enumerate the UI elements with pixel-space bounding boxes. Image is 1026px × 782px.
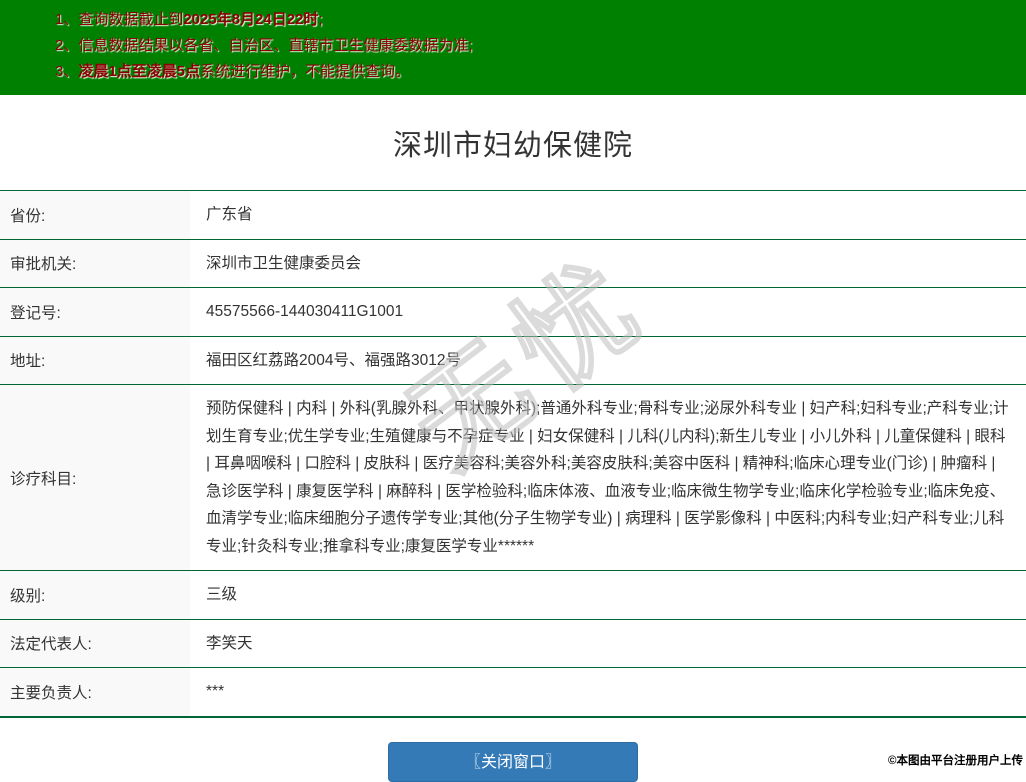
table-row-province: 省份: 广东省: [0, 191, 1026, 240]
notice-1-suffix: ;: [318, 11, 323, 28]
row-label: 主要负责人:: [0, 668, 190, 716]
row-label: 省份:: [0, 191, 190, 239]
row-label: 地址:: [0, 336, 190, 384]
notice-3-text: 3、: [55, 63, 79, 80]
row-value: 45575566-144030411G1001: [206, 303, 404, 320]
table-row-registration-number: 登记号: 45575566-144030411G1001: [0, 288, 1026, 337]
row-label: 级别:: [0, 571, 190, 619]
row-value: 广东省: [206, 206, 253, 223]
table-row-medical-departments: 诊疗科目: 预防保健科 | 内科 | 外科(乳腺外科、甲状腺外科);普通外科专业…: [0, 385, 1026, 571]
row-value: 深圳市卫生健康委员会: [206, 254, 362, 272]
upload-credit-text: ©本图由平台注册用户上传: [888, 755, 1023, 767]
row-value: 福田区红荔路2004号、福强路3012号: [206, 351, 461, 369]
notice-item-3: 3、凌晨1点至凌晨5点系统进行维护，不能提供查询。: [55, 59, 1016, 85]
row-label: 法定代表人:: [0, 619, 190, 667]
table-row-person-in-charge: 主要负责人: ***: [0, 668, 1026, 716]
row-label: 登记号:: [0, 288, 190, 336]
row-value: 预防保健科 | 内科 | 外科(乳腺外科、甲状腺外科);普通外科专业;骨科专业;…: [206, 400, 1009, 555]
notice-3-bold: 凌晨1点至凌晨5点: [78, 63, 201, 80]
row-label: 审批机关:: [0, 239, 190, 287]
row-value: ***: [206, 683, 225, 701]
row-value: 李笑天: [206, 634, 253, 652]
notice-item-1: 1、查询数据截止到2025年8月24日22时;: [55, 7, 1016, 33]
page-title: 深圳市妇幼保健院: [392, 130, 633, 162]
button-row: 〖关闭窗口〗: [0, 742, 1026, 782]
notice-list: 1、查询数据截止到2025年8月24日22时; 2、信息数据结果以各省、自治区、…: [55, 7, 1016, 85]
table-row-approval-authority: 审批机关: 深圳市卫生健康委员会: [0, 239, 1026, 288]
notice-1-bold: 2025年8月24日22时: [183, 11, 319, 28]
row-value: 三级: [206, 586, 238, 603]
notice-2-text: 2、信息数据结果以各省、自治区、直辖市卫生健康委数据为准;: [55, 37, 473, 54]
notice-item-2: 2、信息数据结果以各省、自治区、直辖市卫生健康委数据为准;: [55, 33, 1016, 59]
table-row-level: 级别: 三级: [0, 571, 1026, 620]
close-window-button[interactable]: 〖关闭窗口〗: [388, 742, 638, 782]
notice-bar: 1、查询数据截止到2025年8月24日22时; 2、信息数据结果以各省、自治区、…: [0, 0, 1026, 95]
table-row-address: 地址: 福田区红荔路2004号、福强路3012号: [0, 336, 1026, 385]
notice-1-text: 1、查询数据截止到: [55, 11, 184, 28]
row-label: 诊疗科目:: [0, 385, 190, 570]
notice-3-suffix: 系统进行维护，不能提供查询。: [200, 63, 411, 80]
hospital-info-table: 省份: 广东省 审批机关: 深圳市卫生健康委员会 登记号: 45575566-1…: [0, 190, 1026, 718]
table-row-legal-representative: 法定代表人: 李笑天: [0, 619, 1026, 668]
